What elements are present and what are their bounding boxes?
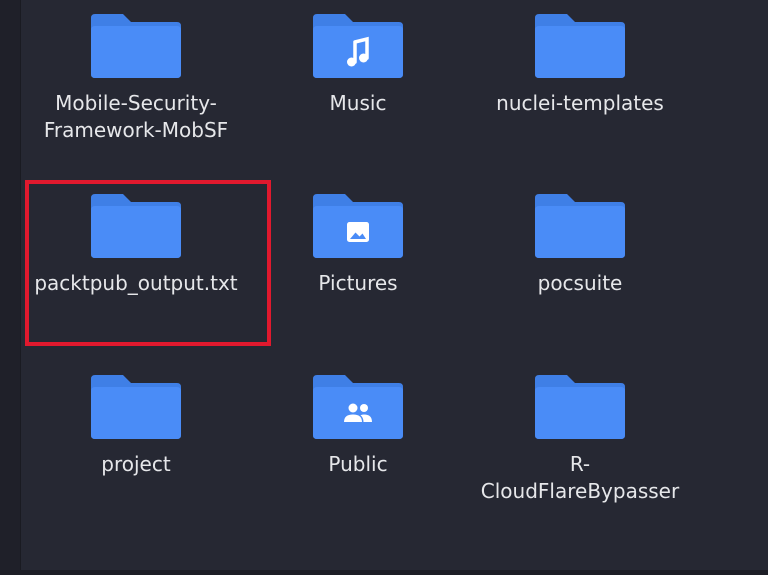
folder-label: Pictures	[247, 270, 469, 297]
folder-label: R- CloudFlareBypasser	[469, 451, 691, 505]
folder-label: project	[25, 451, 247, 478]
folder-label: packtpub_output.txt	[11, 270, 261, 297]
folder-icon	[91, 194, 181, 258]
bottom-edge	[0, 570, 768, 575]
music-note-icon	[347, 36, 369, 67]
folder-label-line: Pictures	[318, 271, 398, 295]
people-icon	[344, 403, 372, 422]
folder-label: Public	[247, 451, 469, 478]
folder-icon	[91, 14, 181, 78]
folder-label-line: Framework-MobSF	[43, 118, 229, 142]
folder-label-line: pocsuite	[537, 271, 623, 295]
folder-item-music[interactable]: Music	[247, 0, 469, 170]
folder-item-pictures[interactable]: Pictures	[247, 180, 469, 350]
folder-icon	[313, 194, 403, 258]
folder-label: nuclei-templates	[469, 90, 691, 117]
folder-item-project[interactable]: project	[25, 361, 247, 531]
folder-label-line: Music	[329, 91, 387, 115]
file-grid-view: Mobile-Security- Framework-MobSF Music n…	[0, 0, 768, 575]
folder-label-line: Mobile-Security-	[55, 91, 217, 115]
folder-item-mobsf[interactable]: Mobile-Security- Framework-MobSF	[25, 0, 247, 170]
folder-item-packtpub-output[interactable]: packtpub_output.txt	[25, 180, 247, 350]
folder-label: pocsuite	[469, 270, 691, 297]
folder-label-line: R-	[569, 452, 591, 476]
folder-item-public[interactable]: Public	[247, 361, 469, 531]
folder-icon	[313, 14, 403, 78]
folder-item-pocsuite[interactable]: pocsuite	[469, 180, 691, 350]
folder-icon	[535, 14, 625, 78]
folder-icon	[91, 375, 181, 439]
image-icon	[347, 222, 369, 242]
folder-icon	[313, 375, 403, 439]
folder-label-line: Public	[328, 452, 388, 476]
folder-item-r-cloudflarebypasser[interactable]: R- CloudFlareBypasser	[469, 361, 691, 531]
folder-icon	[535, 375, 625, 439]
folder-label-line: packtpub_output.txt	[34, 271, 238, 295]
folder-label: Mobile-Security- Framework-MobSF	[25, 90, 247, 144]
folder-label-line: nuclei-templates	[496, 91, 664, 115]
folder-icon	[535, 194, 625, 258]
folder-label: Music	[247, 90, 469, 117]
folder-label-line: CloudFlareBypasser	[480, 479, 680, 503]
folder-item-nuclei-templates[interactable]: nuclei-templates	[469, 0, 691, 170]
folder-label-line: project	[101, 452, 171, 476]
